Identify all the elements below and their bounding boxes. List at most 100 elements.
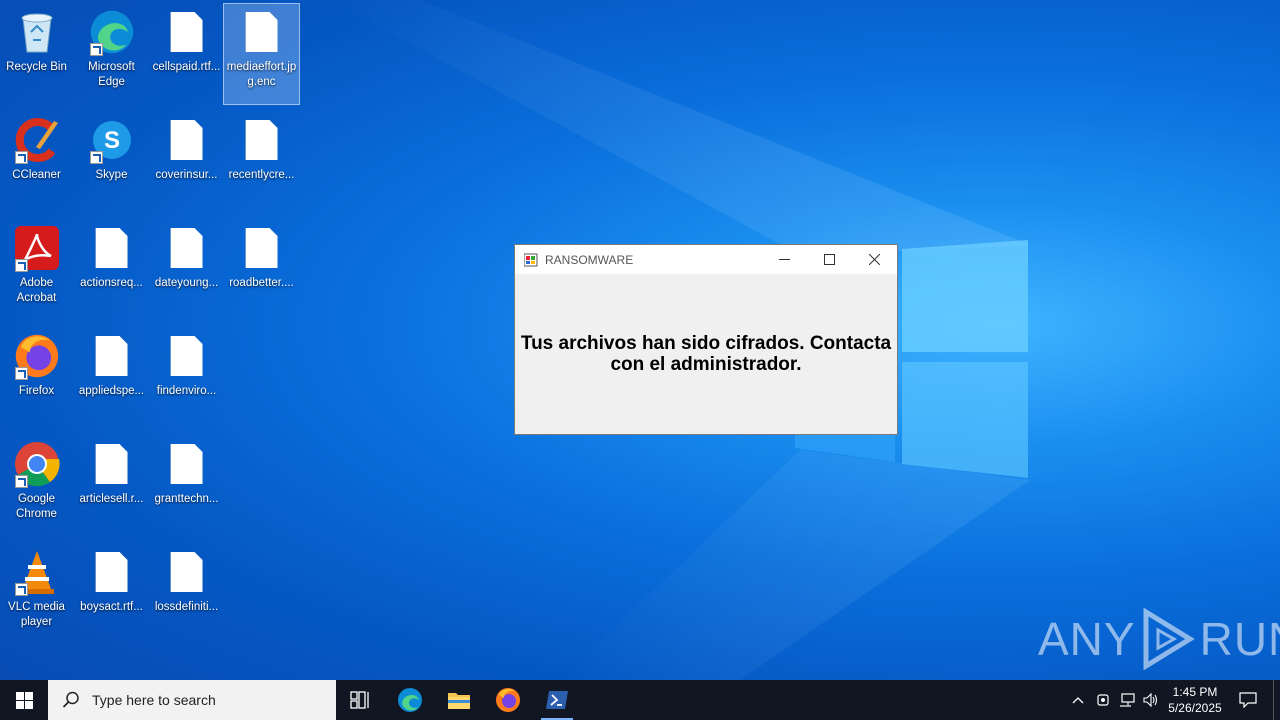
desktop-icon-vlc-media-player[interactable]: VLC media player — [0, 544, 74, 644]
taskbar-powershell[interactable] — [533, 680, 581, 720]
chrome-icon — [13, 440, 61, 488]
desktop-icon-label: cellspaid.rtf... — [152, 61, 221, 73]
desktop-icon-file-dateyoung[interactable]: dateyoung... — [149, 220, 224, 320]
tray-app-button[interactable] — [1092, 680, 1114, 720]
task-view-button[interactable] — [336, 680, 384, 720]
desktop-icon-file-mediaeffort[interactable]: mediaeffort.jpg.enc — [223, 3, 300, 105]
taskbar-file-explorer[interactable] — [435, 680, 483, 720]
close-icon — [869, 254, 880, 265]
maximize-icon — [824, 254, 835, 265]
dialog-message: Tus archivos han sido cifrados. Contacta… — [520, 333, 892, 375]
document-icon — [88, 224, 136, 272]
document-icon — [163, 332, 211, 380]
desktop-icon-file-findenviro[interactable]: findenviro... — [149, 328, 224, 428]
desktop-icon-label: findenviro... — [156, 385, 217, 397]
edge-icon — [88, 8, 136, 56]
taskbar: Type here to search 1:45 PM 5/26/2025 — [0, 680, 1280, 720]
desktop-icon-skype[interactable]: S Skype — [74, 112, 149, 212]
desktop-icon-file-roadbetter[interactable]: roadbetter.... — [224, 220, 299, 320]
desktop-icon-file-lossdefiniti[interactable]: lossdefiniti... — [149, 544, 224, 644]
desktop-icon-file-articlesell[interactable]: articlesell.r... — [74, 436, 149, 536]
dialog-title: RANSOMWARE — [545, 252, 634, 267]
shortcut-arrow-icon — [89, 43, 103, 56]
tray-overflow-button[interactable] — [1068, 680, 1088, 720]
ransomware-dialog[interactable]: RANSOMWARE Tus archivos han sido cifrado… — [514, 244, 898, 435]
tray-app-icon — [1097, 694, 1109, 706]
minimize-button[interactable] — [762, 245, 807, 274]
vlc-icon — [13, 548, 61, 596]
powershell-icon — [546, 691, 568, 709]
clock-time: 1:45 PM — [1172, 685, 1218, 699]
document-icon — [238, 8, 286, 56]
desktop-icon-recycle-bin[interactable]: Recycle Bin — [0, 4, 74, 104]
search-placeholder: Type here to search — [92, 692, 216, 708]
minimize-icon — [779, 259, 790, 260]
maximize-button[interactable] — [807, 245, 852, 274]
desktop-icon-file-boysact[interactable]: boysact.rtf... — [74, 544, 149, 644]
desktop-icon-label: Google Chrome — [16, 493, 57, 520]
taskbar-clock[interactable]: 1:45 PM 5/26/2025 — [1160, 684, 1230, 716]
play-icon — [1143, 608, 1195, 670]
clock-date: 5/26/2025 — [1168, 701, 1222, 715]
shortcut-arrow-icon — [89, 151, 103, 164]
shortcut-arrow-icon — [14, 151, 28, 164]
document-icon — [163, 440, 211, 488]
desktop-icon-file-actionsreq[interactable]: actionsreq... — [74, 220, 149, 320]
volume-icon — [1143, 693, 1158, 707]
document-icon — [163, 116, 211, 164]
desktop-icon-file-appliedspe[interactable]: appliedspe... — [74, 328, 149, 428]
show-desktop-divider[interactable] — [1273, 680, 1274, 720]
desktop-icon-file-granttechn[interactable]: granttechn... — [149, 436, 224, 536]
document-icon — [88, 440, 136, 488]
taskbar-search-box[interactable]: Type here to search — [48, 680, 336, 720]
desktop-icon-microsoft-edge[interactable]: Microsoft Edge — [74, 4, 149, 104]
desktop-icon-label: Microsoft Edge — [88, 61, 135, 88]
desktop-icon-adobe-acrobat[interactable]: Adobe Acrobat — [0, 220, 74, 320]
desktop-icon-label: articlesell.r... — [79, 493, 144, 505]
desktop-icon-label: Recycle Bin — [6, 61, 67, 73]
shortcut-arrow-icon — [14, 583, 28, 596]
document-icon — [238, 116, 286, 164]
desktop-icon-label: coverinsur... — [155, 169, 218, 181]
document-icon — [163, 224, 211, 272]
dialog-title-bar[interactable]: RANSOMWARE — [515, 245, 897, 274]
shortcut-arrow-icon — [14, 367, 28, 380]
anyrun-watermark: ANY RUN — [1038, 608, 1280, 670]
windows-start-icon — [15, 691, 33, 709]
start-button[interactable] — [0, 680, 48, 720]
desktop-icon-file-cellspaid[interactable]: cellspaid.rtf... — [149, 4, 224, 104]
close-button[interactable] — [852, 245, 897, 274]
taskbar-firefox[interactable] — [484, 680, 532, 720]
taskbar-edge[interactable] — [386, 680, 434, 720]
document-icon — [88, 332, 136, 380]
desktop-icon-label: granttechn... — [154, 493, 219, 505]
desktop-icon-ccleaner[interactable]: CCleaner — [0, 112, 74, 212]
desktop-icon-file-coverinsur[interactable]: coverinsur... — [149, 112, 224, 212]
tray-volume-button[interactable] — [1140, 680, 1162, 720]
search-icon — [62, 691, 79, 708]
acrobat-icon — [13, 224, 61, 272]
recycle-icon — [13, 8, 61, 56]
desktop-icon-label: recentlycre... — [228, 169, 295, 181]
shortcut-arrow-icon — [14, 259, 28, 272]
desktop-icon-label: roadbetter.... — [229, 277, 294, 289]
watermark-text-right: RUN — [1199, 613, 1280, 665]
document-icon — [238, 224, 286, 272]
svg-text:S: S — [103, 127, 119, 154]
desktop-icon-firefox[interactable]: Firefox — [0, 328, 74, 428]
app-icon — [523, 253, 538, 267]
desktop-icon-label: mediaeffort.jpg.enc — [226, 61, 297, 88]
edge-icon — [398, 688, 422, 712]
desktop-icon-label: dateyoung... — [154, 277, 219, 289]
action-center-button[interactable] — [1232, 680, 1264, 720]
tray-network-button[interactable] — [1116, 680, 1138, 720]
desktop-icon-file-recentlycre[interactable]: recentlycre... — [224, 112, 299, 212]
ccleaner-icon — [13, 116, 61, 164]
desktop-icon-google-chrome[interactable]: Google Chrome — [0, 436, 74, 536]
notification-icon — [1239, 692, 1257, 708]
document-icon — [88, 548, 136, 596]
desktop-icon-label: VLC media player — [8, 601, 65, 628]
firefox-icon — [496, 688, 520, 712]
desktop-icon-label: Skype — [95, 169, 128, 181]
firefox-icon — [13, 332, 61, 380]
